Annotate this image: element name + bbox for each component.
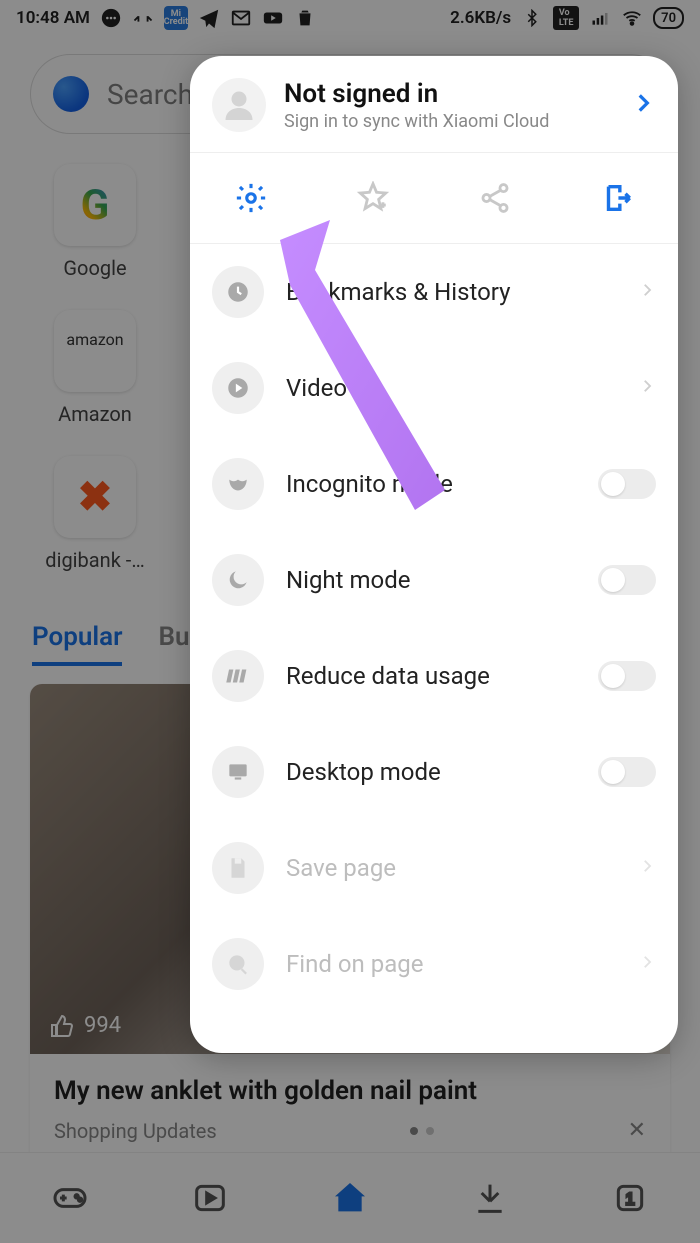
account-title: Not signed in — [284, 79, 612, 109]
menu-list: Bookmarks & History Video Incognito mode… — [190, 244, 678, 1053]
menu-save-page: Save page — [190, 820, 678, 916]
share-button[interactable] — [460, 168, 530, 228]
chevron-right-icon — [638, 953, 656, 975]
bookmark-add-button[interactable] — [338, 168, 408, 228]
monitor-icon — [212, 746, 264, 798]
quick-icon-row — [190, 153, 678, 244]
menu-night-mode[interactable]: Night mode — [190, 532, 678, 628]
moon-icon — [212, 554, 264, 606]
menu-desktop-mode[interactable]: Desktop mode — [190, 724, 678, 820]
chevron-right-icon — [638, 857, 656, 879]
incognito-toggle[interactable] — [598, 469, 656, 499]
account-subtitle: Sign in to sync with Xiaomi Cloud — [284, 111, 612, 132]
desktop-mode-toggle[interactable] — [598, 757, 656, 787]
account-row[interactable]: Not signed in Sign in to sync with Xiaom… — [190, 56, 678, 153]
search-page-icon — [212, 938, 264, 990]
data-saver-toggle[interactable] — [598, 661, 656, 691]
chevron-right-icon — [638, 377, 656, 399]
exit-button[interactable] — [582, 168, 652, 228]
avatar-icon — [212, 78, 266, 132]
mask-icon — [212, 458, 264, 510]
play-icon — [212, 362, 264, 414]
data-saver-icon — [212, 650, 264, 702]
menu-video[interactable]: Video — [190, 340, 678, 436]
chevron-right-icon — [638, 281, 656, 303]
menu-find-on-page: Find on page — [190, 916, 678, 1012]
menu-panel: Not signed in Sign in to sync with Xiaom… — [190, 56, 678, 1053]
save-icon — [212, 842, 264, 894]
menu-bookmarks-history[interactable]: Bookmarks & History — [190, 244, 678, 340]
settings-button[interactable] — [216, 168, 286, 228]
menu-reduce-data[interactable]: Reduce data usage — [190, 628, 678, 724]
night-mode-toggle[interactable] — [598, 565, 656, 595]
chevron-right-icon — [630, 90, 656, 120]
menu-incognito[interactable]: Incognito mode — [190, 436, 678, 532]
clock-icon — [212, 266, 264, 318]
